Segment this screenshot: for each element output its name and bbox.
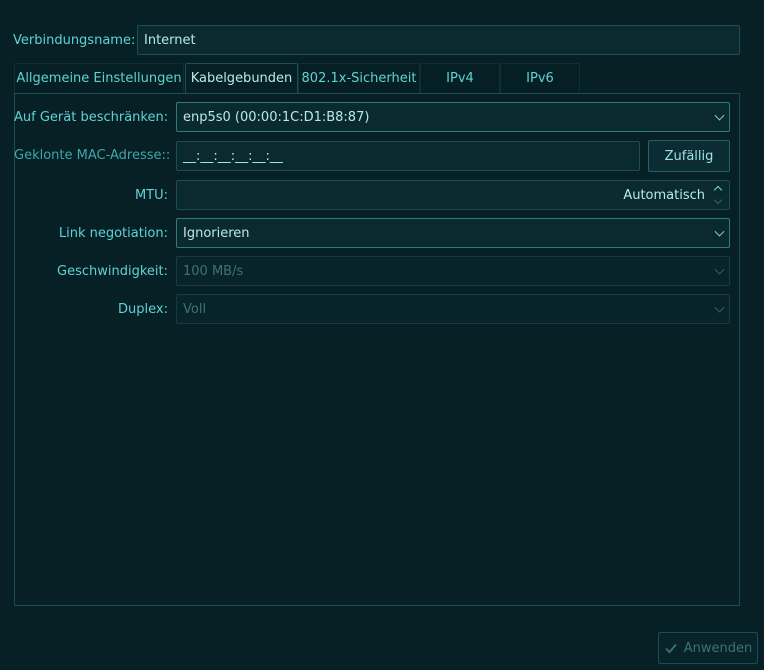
chevron-down-icon <box>714 302 725 313</box>
mac-input[interactable]: __:__:__:__:__:__ <box>176 141 640 171</box>
checkmark-icon <box>665 643 677 654</box>
tab-ipv6[interactable]: IPv6 <box>500 63 580 93</box>
device-label: Auf Gerät beschränken: <box>14 110 169 125</box>
tab-ipv4[interactable]: IPv4 <box>420 63 500 93</box>
duplex-label: Duplex: <box>118 302 168 317</box>
tab-8021x-security[interactable]: 802.1x-Sicherheit <box>298 63 420 93</box>
negotiation-select[interactable]: Ignorieren <box>176 218 730 248</box>
duplex-select[interactable]: Voll <box>176 294 730 324</box>
tab-wired[interactable]: Kabelgebunden <box>185 63 298 94</box>
connection-name-input[interactable]: Internet <box>137 25 740 55</box>
tab-general[interactable]: Allgemeine Einstellungen <box>14 63 184 93</box>
speed-select[interactable]: 100 MB/s <box>176 256 730 286</box>
spin-down-icon[interactable] <box>713 195 723 205</box>
speed-select-value: 100 MB/s <box>183 263 244 279</box>
mtu-label: MTU: <box>134 188 168 203</box>
mac-label: Geklonte MAC-Adresse:: <box>14 148 171 163</box>
random-mac-button[interactable]: Zufällig <box>648 140 730 172</box>
chevron-down-icon <box>714 226 725 237</box>
mtu-spinbox[interactable]: Automatisch <box>176 180 730 210</box>
chevron-down-icon <box>714 264 725 275</box>
mtu-value: Automatisch <box>623 187 705 203</box>
duplex-select-value: Voll <box>183 301 207 317</box>
device-select[interactable]: enp5s0 (00:00:1C:D1:B8:87) <box>176 102 730 132</box>
speed-label: Geschwindigkeit: <box>57 264 168 279</box>
connection-name-label: Verbindungsname: <box>13 33 136 48</box>
negotiation-select-value: Ignorieren <box>183 225 250 241</box>
spin-up-icon[interactable] <box>713 185 723 195</box>
negotiation-label: Link negotiation: <box>58 226 168 241</box>
device-select-value: enp5s0 (00:00:1C:D1:B8:87) <box>183 109 370 125</box>
apply-label: Anwenden <box>683 640 753 656</box>
chevron-down-icon <box>714 110 725 121</box>
apply-button[interactable]: Anwenden <box>658 632 758 664</box>
